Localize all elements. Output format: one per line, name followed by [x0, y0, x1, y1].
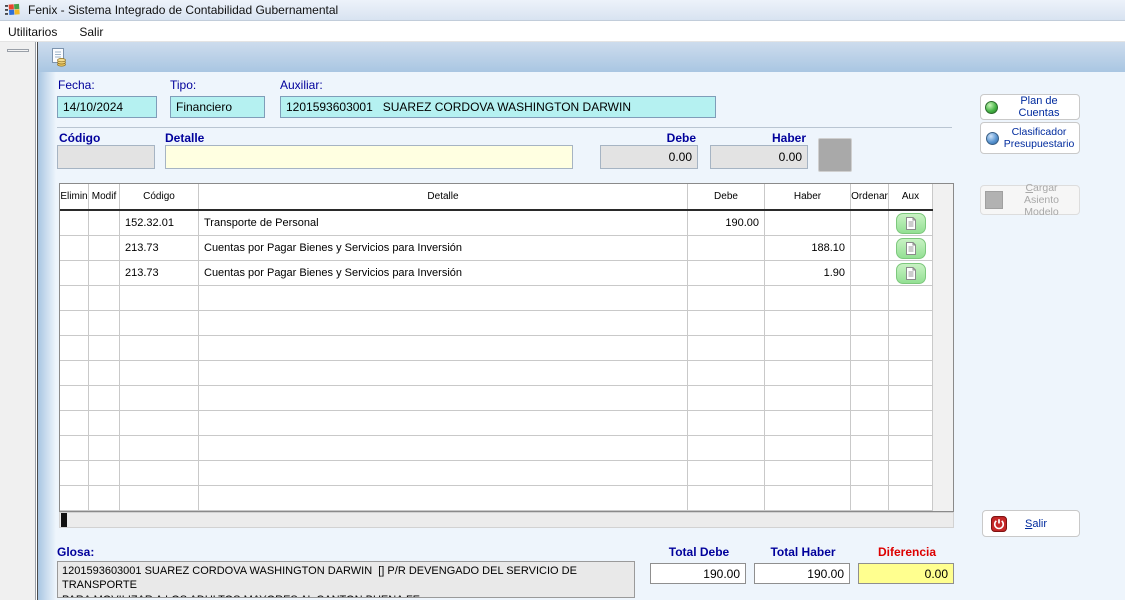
cell-ordenar[interactable] — [851, 236, 889, 260]
col-header-ordenar: Ordenar — [851, 184, 889, 209]
aux-detail-button[interactable] — [896, 263, 926, 284]
table-row-empty[interactable] — [60, 361, 933, 386]
total-haber-label: Total Haber — [754, 545, 852, 559]
cell-aux — [889, 236, 933, 260]
scrollbar-thumb[interactable] — [61, 513, 67, 527]
cell-modif[interactable] — [89, 236, 120, 260]
table-header-row: Elimin Modif Código Detalle Debe Haber O… — [60, 184, 933, 211]
salir-button[interactable]: Salir — [982, 510, 1080, 537]
cell-debe — [688, 261, 765, 285]
aux-detail-button[interactable] — [896, 238, 926, 259]
tipo-field[interactable]: Financiero — [170, 96, 265, 118]
aux-detail-button[interactable] — [896, 213, 926, 234]
cell-debe: 190.00 — [688, 211, 765, 235]
application-window: Fenix - Sistema Integrado de Contabilida… — [0, 0, 1125, 600]
table-row[interactable]: 213.73 Cuentas por Pagar Bienes y Servic… — [60, 261, 933, 286]
debe-input[interactable]: 0.00 — [600, 145, 698, 169]
cell-detalle: Transporte de Personal — [199, 211, 688, 235]
add-entry-button[interactable] — [818, 138, 852, 172]
table-row[interactable]: 213.73 Cuentas por Pagar Bienes y Servic… — [60, 236, 933, 261]
debe-label: Debe — [600, 131, 696, 145]
cell-haber: 188.10 — [765, 236, 851, 260]
section-divider — [57, 127, 952, 128]
glosa-textarea[interactable]: 1201593603001 SUAREZ CORDOVA WASHINGTON … — [57, 561, 635, 598]
power-icon — [991, 516, 1007, 532]
menu-utilitarios[interactable]: Utilitarios — [8, 25, 57, 39]
title-bar: Fenix - Sistema Integrado de Contabilida… — [0, 0, 1125, 21]
entries-table: Elimin Modif Código Detalle Debe Haber O… — [59, 183, 954, 512]
table-vertical-scrollbar[interactable] — [933, 184, 953, 511]
cell-ordenar[interactable] — [851, 261, 889, 285]
tipo-label: Tipo: — [170, 78, 196, 92]
cell-elimin[interactable] — [60, 261, 89, 285]
cargar-asiento-modelo-button[interactable]: Cargar Asiento Modelo — [980, 185, 1080, 215]
menu-salir[interactable]: Salir — [79, 25, 103, 39]
entries-table-grid: Elimin Modif Código Detalle Debe Haber O… — [60, 184, 933, 511]
table-row-empty[interactable] — [60, 386, 933, 411]
col-header-debe: Debe — [688, 184, 765, 209]
total-debe-field: 190.00 — [650, 563, 746, 584]
detalle-input[interactable] — [165, 145, 573, 169]
diferencia-field: 0.00 — [858, 563, 954, 584]
cell-codigo: 213.73 — [120, 236, 199, 260]
fecha-field[interactable]: 14/10/2024 — [57, 96, 157, 118]
cell-elimin[interactable] — [60, 236, 89, 260]
clasificador-presupuestario-button[interactable]: Clasificador Presupuestario — [980, 122, 1080, 154]
left-collapsed-panel[interactable] — [0, 42, 36, 600]
cell-elimin[interactable] — [60, 211, 89, 235]
menu-bar: Utilitarios Salir — [0, 22, 1125, 42]
haber-input[interactable]: 0.00 — [710, 145, 808, 169]
diferencia-label: Diferencia — [858, 545, 956, 559]
total-debe-label: Total Debe — [650, 545, 748, 559]
main-panel: Fecha: 14/10/2024 Tipo: Financiero Auxil… — [37, 42, 1125, 600]
cell-debe — [688, 236, 765, 260]
col-header-detalle: Detalle — [199, 184, 688, 209]
cell-haber — [765, 211, 851, 235]
cell-codigo: 152.32.01 — [120, 211, 199, 235]
toolbar — [38, 42, 1125, 72]
plan-de-cuentas-button[interactable]: Plan de Cuentas — [980, 94, 1080, 120]
codigo-label: Código — [59, 131, 100, 145]
table-row[interactable]: 152.32.01 Transporte de Personal 190.00 — [60, 211, 933, 236]
table-row-empty[interactable] — [60, 461, 933, 486]
col-header-aux: Aux — [889, 184, 933, 209]
window-title: Fenix - Sistema Integrado de Contabilida… — [28, 3, 338, 17]
table-row-empty[interactable] — [60, 336, 933, 361]
new-entry-document-icon[interactable] — [48, 47, 68, 67]
table-row-empty[interactable] — [60, 286, 933, 311]
cell-ordenar[interactable] — [851, 211, 889, 235]
cell-detalle: Cuentas por Pagar Bienes y Servicios par… — [199, 261, 688, 285]
cell-modif[interactable] — [89, 211, 120, 235]
green-sphere-icon — [985, 101, 998, 114]
app-icon — [5, 2, 21, 18]
cell-modif[interactable] — [89, 261, 120, 285]
glosa-label: Glosa: — [57, 545, 94, 559]
auxiliar-field[interactable]: 1201593603001 SUAREZ CORDOVA WASHINGTON … — [280, 96, 716, 118]
total-haber-field: 190.00 — [754, 563, 850, 584]
blue-sphere-icon — [986, 132, 999, 145]
cell-codigo: 213.73 — [120, 261, 199, 285]
table-row-empty[interactable] — [60, 311, 933, 336]
col-header-modif: Modif — [89, 184, 120, 209]
panel-grip-handle[interactable] — [7, 49, 29, 52]
cell-detalle: Cuentas por Pagar Bienes y Servicios par… — [199, 236, 688, 260]
col-header-codigo: Código — [120, 184, 199, 209]
auxiliar-label: Auxiliar: — [280, 78, 323, 92]
gray-square-icon — [985, 191, 1003, 209]
table-row-empty[interactable] — [60, 486, 933, 511]
table-horizontal-scrollbar[interactable] — [59, 512, 954, 528]
fecha-label: Fecha: — [58, 78, 95, 92]
table-row-empty[interactable] — [60, 411, 933, 436]
codigo-input[interactable] — [57, 145, 155, 169]
haber-label: Haber — [710, 131, 806, 145]
col-header-elimin: Elimin — [60, 184, 89, 209]
cell-aux — [889, 261, 933, 285]
detalle-label: Detalle — [165, 131, 204, 145]
cell-haber: 1.90 — [765, 261, 851, 285]
cell-aux — [889, 211, 933, 235]
col-header-haber: Haber — [765, 184, 851, 209]
table-row-empty[interactable] — [60, 436, 933, 461]
